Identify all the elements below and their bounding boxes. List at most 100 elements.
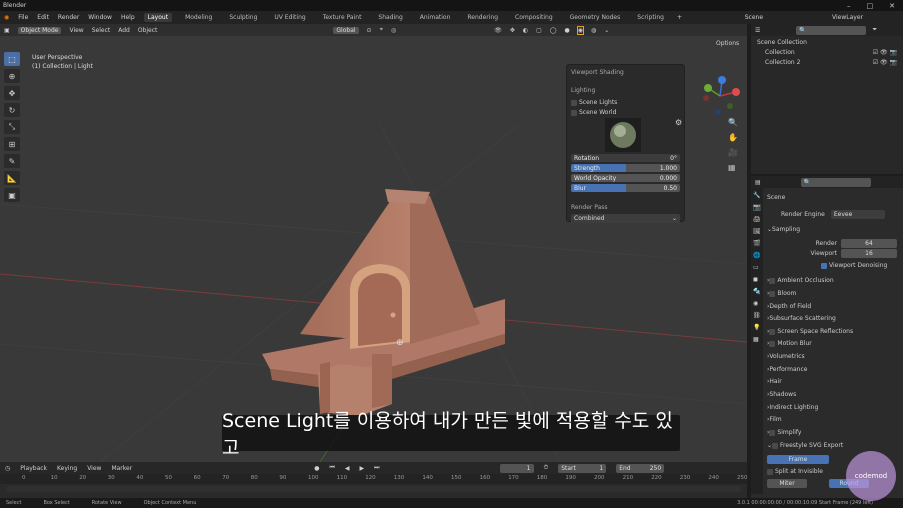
timeline-scrollbar[interactable] — [6, 486, 741, 492]
sampling-panel-header[interactable]: ⌄ Sampling — [767, 224, 899, 235]
outliner-item-collection[interactable]: Collection ☑ 👁 📷 — [757, 48, 897, 58]
object-tab-icon[interactable]: ◼ — [753, 276, 761, 283]
render-samples-field[interactable]: 64 — [841, 239, 897, 248]
viewport-denoising-checkbox[interactable]: Viewport Denoising — [767, 260, 899, 271]
modifier-tab-icon[interactable]: 🔩 — [753, 288, 761, 295]
shading-options-icon[interactable]: ⌄ — [604, 27, 609, 34]
end-frame-field[interactable]: End 250 — [616, 463, 665, 473]
texture-tab-icon[interactable]: ▦ — [753, 336, 761, 343]
render-pass-dropdown[interactable]: Combined ⌄ — [571, 214, 680, 223]
viewport-samples-field[interactable]: 16 — [841, 249, 897, 258]
collection-tab-icon[interactable]: ▭ — [753, 264, 761, 271]
physics-tab-icon[interactable]: ◉ — [753, 300, 761, 307]
hdri-settings-gear-icon[interactable]: ⚙ — [675, 118, 682, 127]
play-reverse-icon[interactable]: ◀ — [345, 465, 350, 472]
tool-tab-icon[interactable]: 🔧 — [753, 192, 761, 199]
tab-geometry-nodes[interactable]: Geometry Nodes — [566, 13, 625, 22]
hdri-preview[interactable] — [605, 118, 641, 152]
keying-menu[interactable]: Keying — [57, 465, 77, 472]
visibility-icon[interactable]: 👁 — [494, 27, 502, 34]
scene-tab-icon[interactable]: 🎬 — [753, 240, 761, 247]
tab-compositing[interactable]: Compositing — [511, 13, 557, 22]
panel-hair[interactable]: › Hair — [767, 376, 899, 387]
panel-bloom[interactable]: › Bloom — [767, 288, 899, 299]
outliner-item-collection-2[interactable]: Collection 2 ☑ 👁 📷 — [757, 58, 897, 68]
tab-layout[interactable]: Layout — [143, 13, 173, 22]
gizmo-toggle-icon[interactable]: ✥ — [510, 27, 515, 34]
viewport-options-button[interactable]: Options — [716, 40, 739, 47]
mode-selector[interactable]: Object Mode — [17, 26, 62, 34]
panel-motion-blur[interactable]: › Motion Blur — [767, 338, 899, 349]
add-workspace-button[interactable]: + — [677, 14, 682, 21]
output-tab-icon[interactable]: 🖨 — [753, 216, 761, 223]
material-preview-shading-icon[interactable]: ◉ — [576, 25, 585, 35]
tab-shading[interactable]: Shading — [374, 13, 406, 22]
playback-menu[interactable]: Playback — [20, 465, 47, 472]
filter-icon[interactable]: ⏷ — [872, 26, 877, 34]
panel-simplify[interactable]: › Simplify — [767, 427, 899, 438]
panel-ambient-occlusion[interactable]: › Ambient Occlusion — [767, 275, 899, 286]
menu-edit[interactable]: Edit — [37, 14, 49, 21]
viewport-menu-view[interactable]: View — [69, 27, 83, 34]
xray-icon[interactable]: ▢ — [536, 27, 542, 34]
viewport-menu-add[interactable]: Add — [118, 27, 130, 34]
panel-performance[interactable]: › Performance — [767, 364, 899, 375]
overlay-toggle-icon[interactable]: ◐ — [523, 27, 528, 34]
view-layer-selector[interactable]: ViewLayer — [832, 14, 863, 21]
blender-logo-icon[interactable]: ◉ — [4, 14, 9, 21]
visibility-eye-icon[interactable]: ☑ 👁 📷 — [873, 48, 897, 58]
start-frame-field[interactable]: Start 1 — [558, 463, 607, 473]
play-icon[interactable]: ▶ — [359, 465, 364, 472]
panel-shadows[interactable]: › Shadows — [767, 389, 899, 400]
render-engine-dropdown[interactable]: Eevee — [830, 210, 885, 219]
strength-slider[interactable]: Strength 1.000 — [571, 164, 680, 172]
transform-tool-icon[interactable]: ⊞ — [4, 137, 20, 151]
select-box-tool-icon[interactable]: ⬚ — [4, 52, 20, 66]
zoom-icon[interactable]: 🔍 — [728, 118, 738, 127]
constraint-tab-icon[interactable]: ⛓ — [753, 312, 761, 319]
rendered-shading-icon[interactable]: ◍ — [591, 27, 596, 34]
panel-subsurface-scattering[interactable]: › Subsurface Scattering — [767, 313, 899, 324]
tab-animation[interactable]: Animation — [416, 13, 455, 22]
tab-scripting[interactable]: Scripting — [633, 13, 668, 22]
minimize-icon[interactable]: – — [847, 2, 851, 10]
solid-shading-icon[interactable]: ● — [565, 27, 570, 34]
close-icon[interactable]: ✕ — [889, 2, 895, 10]
tab-texture-paint[interactable]: Texture Paint — [319, 13, 366, 22]
viewport-menu-object[interactable]: Object — [138, 27, 158, 34]
proportional-edit-icon[interactable]: ◎ — [391, 27, 396, 34]
rotation-field[interactable]: Rotation 0° — [571, 154, 680, 162]
pivot-icon[interactable]: ⊙ — [367, 27, 372, 34]
snap-icon[interactable]: ⌖ — [380, 26, 383, 34]
editor-type-icon[interactable]: ▣ — [4, 27, 10, 34]
menu-help[interactable]: Help — [121, 14, 135, 21]
menu-render[interactable]: Render — [58, 14, 79, 21]
jump-end-icon[interactable]: ⏭ — [374, 464, 379, 472]
tab-uv-editing[interactable]: UV Editing — [270, 13, 309, 22]
frame-ruler[interactable]: 0 10 20 30 40 50 60 70 80 90 100 110 120 130 140 150 160… — [0, 474, 748, 484]
view-layer-tab-icon[interactable]: 🖼 — [753, 228, 761, 235]
maximize-icon[interactable]: □ — [867, 2, 874, 10]
ortho-grid-icon[interactable]: ▦ — [728, 163, 738, 172]
tab-rendering[interactable]: Rendering — [463, 13, 502, 22]
blur-slider[interactable]: Blur 0.50 — [571, 184, 680, 192]
properties-search-field[interactable]: 🔍 — [800, 177, 871, 187]
3d-viewport[interactable]: ⊕ ▣ Object Mode View Select Add Object G… — [0, 24, 747, 462]
scene-world-checkbox[interactable]: Scene World — [571, 109, 680, 116]
miter-button[interactable]: Miter — [767, 479, 807, 488]
outliner-scene-collection[interactable]: Scene Collection — [757, 38, 897, 48]
scene-selector[interactable]: Scene — [745, 14, 763, 21]
measure-tool-icon[interactable]: 📐 — [4, 171, 20, 185]
menu-file[interactable]: File — [18, 14, 28, 21]
camera-view-icon[interactable]: 🎥 — [728, 148, 738, 157]
outliner-search-field[interactable]: 🔍 — [796, 25, 867, 35]
move-tool-icon[interactable]: ✥ — [4, 86, 20, 100]
frame-button[interactable]: Frame — [767, 455, 829, 464]
panel-volumetrics[interactable]: › Volumetrics — [767, 351, 899, 362]
rotate-tool-icon[interactable]: ↻ — [4, 103, 20, 117]
pan-hand-icon[interactable]: ✋ — [728, 133, 738, 142]
navigation-gizmo[interactable] — [698, 74, 742, 118]
marker-menu[interactable]: Marker — [111, 465, 132, 472]
visibility-eye-icon[interactable]: ☑ 👁 📷 — [873, 58, 897, 68]
tab-sculpting[interactable]: Sculpting — [225, 13, 261, 22]
